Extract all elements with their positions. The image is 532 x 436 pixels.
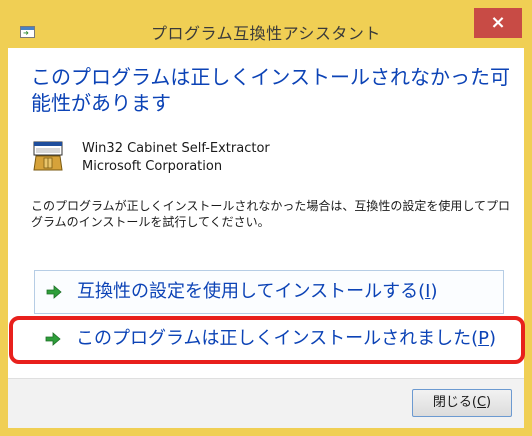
compatibility-assistant-window: ➜ プログラム互換性アシスタント × このプログラムは正しくインストールされなか… — [0, 0, 532, 436]
green-arrow-icon — [46, 285, 62, 299]
dialog-content: このプログラムは正しくインストールされなかった可能性があります Win32 Ca… — [8, 48, 525, 428]
dialog-footer: 閉じる(C) — [8, 378, 524, 428]
window-close-button[interactable]: × — [474, 8, 522, 38]
window-title: プログラム互換性アシスタント — [151, 24, 381, 43]
program-name: Win32 Cabinet Self-Extractor — [82, 141, 270, 156]
title-bar[interactable]: ➜ プログラム互換性アシスタント × — [0, 0, 532, 44]
installed-correctly-option[interactable]: このプログラムは正しくインストールされました(P) — [34, 318, 504, 362]
close-button[interactable]: 閉じる(C) — [412, 389, 512, 417]
description-text: このプログラムが正しくインストールされなかった場合は、互換性の設定を使用してプロ… — [31, 199, 511, 229]
green-arrow-icon — [45, 332, 61, 346]
program-publisher: Microsoft Corporation — [82, 159, 223, 174]
reinstall-with-compat-settings-option[interactable]: 互換性の設定を使用してインストールする(I) — [34, 270, 504, 314]
option-label: 互換性の設定を使用してインストールする(I) — [77, 281, 438, 302]
close-icon: × — [490, 12, 506, 33]
option-label: このプログラムは正しくインストールされました(P) — [76, 328, 497, 349]
installer-box-icon — [33, 141, 63, 171]
headline: このプログラムは正しくインストールされなかった可能性があります — [31, 65, 510, 115]
